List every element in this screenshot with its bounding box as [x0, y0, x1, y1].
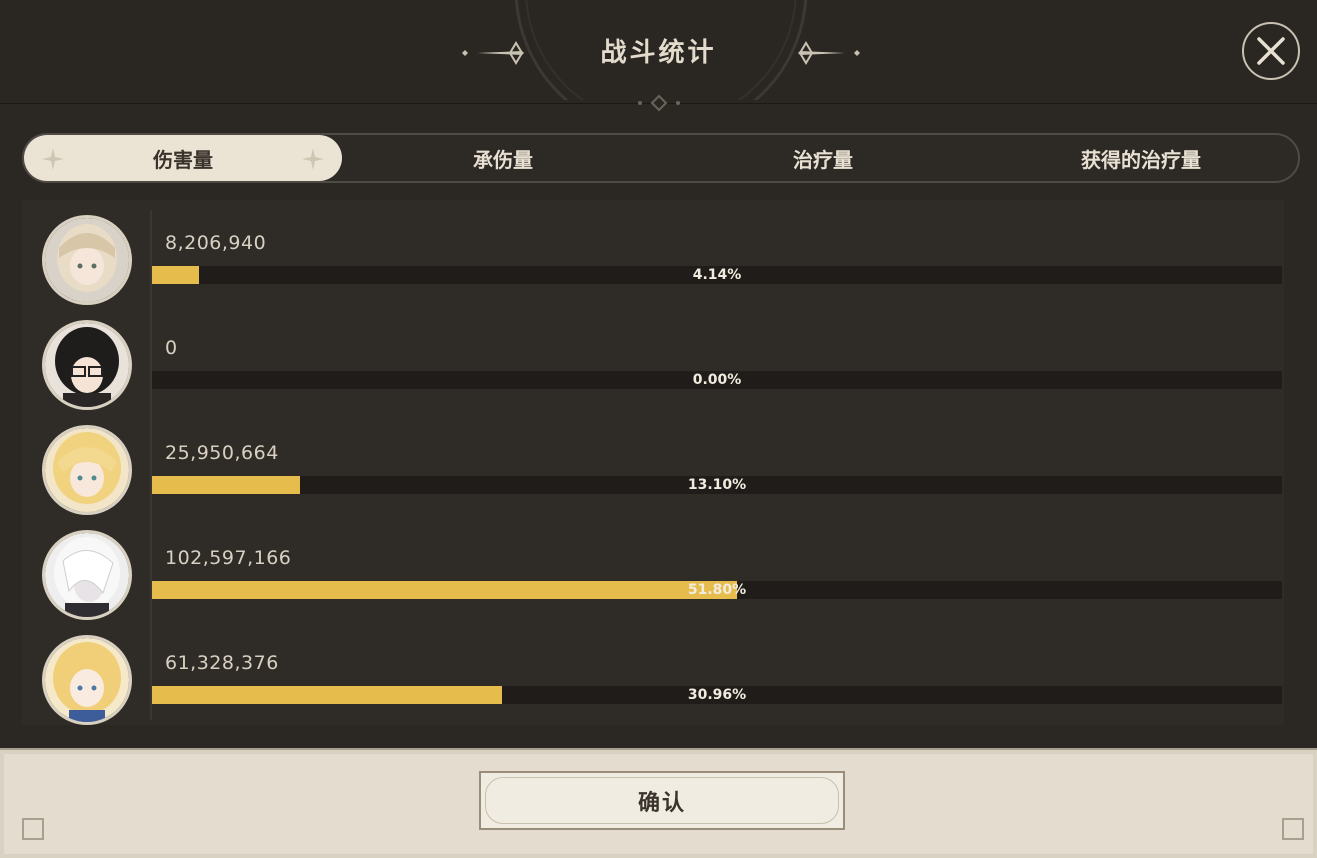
- stat-bar-track: 13.10%: [152, 476, 1282, 494]
- tab-star-left-icon: [42, 148, 64, 170]
- dialog-header: 战斗统计: [0, 0, 1317, 112]
- stat-percent: 51.80%: [687, 582, 747, 598]
- tab-label: 承伤量: [473, 147, 533, 172]
- character-avatar[interactable]: [42, 635, 132, 725]
- tab-label: 获得的治疗量: [1081, 147, 1201, 172]
- stats-row: 8,206,940 4.14%: [0, 208, 1317, 313]
- stat-bar-track: 30.96%: [152, 686, 1282, 704]
- footer-corner-ornament-icon: [1282, 818, 1304, 840]
- confirm-button[interactable]: 确认: [479, 771, 845, 830]
- stat-bar-track: 4.14%: [152, 266, 1282, 284]
- stats-tabs: 伤害量 承伤量 治疗量 获得的治疗量: [22, 133, 1300, 183]
- tab-healing-received[interactable]: 获得的治疗量: [982, 135, 1300, 181]
- character-avatar[interactable]: [42, 215, 132, 305]
- stat-value: 0: [165, 337, 178, 359]
- tab-star-right-icon: [302, 148, 324, 170]
- stats-row: 102,597,166 51.80%: [0, 523, 1317, 628]
- tab-damage-taken[interactable]: 承伤量: [344, 135, 662, 181]
- close-icon: [1257, 37, 1285, 65]
- stat-percent: 13.10%: [687, 477, 747, 493]
- stat-percent: 30.96%: [687, 687, 747, 703]
- header-diamond-icon: [638, 94, 680, 112]
- close-button[interactable]: [1242, 22, 1300, 80]
- title-right-ornament-icon: [798, 41, 860, 65]
- dialog-title: 战斗统计: [600, 38, 717, 68]
- stat-percent: 4.14%: [692, 267, 742, 283]
- stat-bar-track: 51.80%: [152, 581, 1282, 599]
- battle-stats-dialog: 战斗统计 伤害量 承伤量 治疗量 获得的治疗量 8,206,940 4.14% …: [0, 0, 1317, 858]
- stat-value: 25,950,664: [165, 442, 279, 464]
- footer-corner-ornament-icon: [22, 818, 44, 840]
- tab-healing[interactable]: 治疗量: [664, 135, 982, 181]
- stats-row: 0 0.00%: [0, 313, 1317, 418]
- stats-row: 61,328,376 30.96%: [0, 628, 1317, 733]
- stat-bar-track: 0.00%: [152, 371, 1282, 389]
- character-avatar[interactable]: [42, 320, 132, 410]
- tab-label: 治疗量: [793, 147, 853, 172]
- stat-percent: 0.00%: [692, 372, 742, 388]
- stat-value: 102,597,166: [165, 547, 292, 569]
- character-avatar[interactable]: [42, 425, 132, 515]
- stat-value: 61,328,376: [165, 652, 279, 674]
- tab-damage-dealt[interactable]: 伤害量: [24, 135, 342, 181]
- tab-label: 伤害量: [153, 147, 213, 172]
- stats-row: 25,950,664 13.10%: [0, 418, 1317, 523]
- stat-value: 8,206,940: [165, 232, 267, 254]
- character-avatar[interactable]: [42, 530, 132, 620]
- confirm-button-label: 确认: [637, 790, 686, 816]
